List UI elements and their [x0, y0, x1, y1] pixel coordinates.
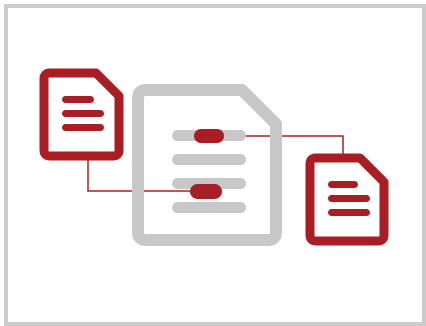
- highlight-marker-bottom: [190, 184, 222, 199]
- center-document-icon: [132, 84, 282, 246]
- source-document-icon: [39, 68, 124, 161]
- highlight-marker-top: [194, 129, 224, 143]
- document-linking-icon: [39, 68, 389, 246]
- target-document-icon: [305, 153, 389, 246]
